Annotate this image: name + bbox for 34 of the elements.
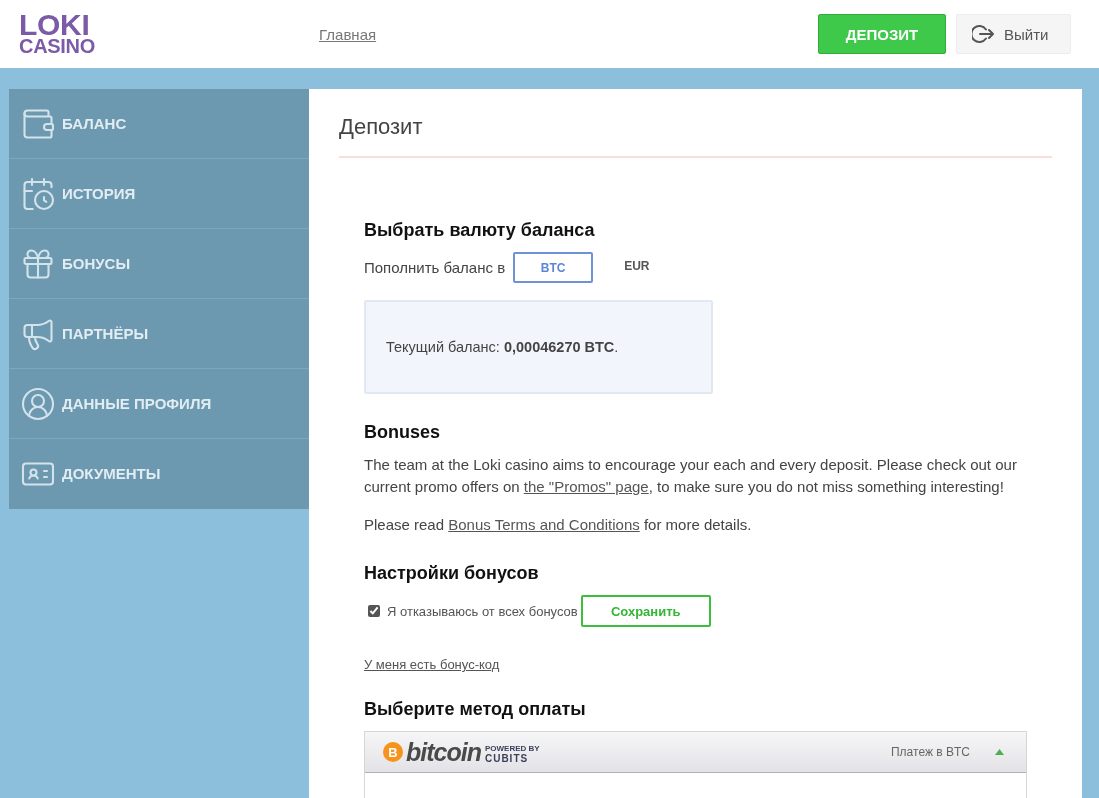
bonus-code-link[interactable]: У меня есть бонус-код	[364, 656, 500, 674]
inline-link[interactable]: the "Promos" page	[523, 478, 649, 495]
deposit-button[interactable]: ДЕПОЗИТ	[818, 14, 946, 54]
currency-option[interactable]: EUR	[624, 258, 650, 273]
provider-wordmark: CUBITS	[484, 753, 529, 764]
checkbox-label: Я отказываюсь от всех бонусов	[387, 603, 578, 619]
bonus-paragraph: Please read Bonus Terms and Conditions for more details.	[364, 515, 753, 535]
section-heading: Настройки бонусов	[364, 562, 539, 585]
section-heading: Выбрать валюту баланса	[364, 219, 595, 242]
sidebar-item[interactable]: ДАННЫЕ ПРОФИЛЯ	[9, 369, 309, 439]
page-title: Депозит	[339, 112, 1052, 158]
save-button[interactable]: Сохранить	[580, 595, 711, 627]
sidebar-item[interactable]: БАЛАНС	[9, 89, 309, 159]
user-circle-icon	[20, 385, 56, 422]
bonus-paragraph: The team at the Loki casino aims to encourage your each and every deposit. Please check out our current promo offers on the "Promos" page, to make sure you do not miss something interesting!	[364, 455, 1018, 497]
home-link[interactable]: Главная	[319, 25, 377, 43]
section-heading: Bonuses	[364, 421, 441, 444]
sidebar-item[interactable]: ДОКУМЕНТЫ	[9, 439, 309, 509]
powered-by-text: POWERED BY	[484, 744, 540, 753]
calendar-clock-icon	[20, 175, 56, 212]
sidebar-item[interactable]: ИСТОРИЯ	[9, 159, 309, 229]
method-wordmark: bitcoin	[406, 738, 481, 766]
currency-option[interactable]: BTC	[513, 252, 594, 283]
balance-text: Текущий баланс: 0,00046270 BTC.	[386, 339, 619, 355]
sidebar-item[interactable]: БОНУСЫ	[9, 229, 309, 299]
currency-label: Пополнить баланс в	[364, 259, 506, 276]
section-heading: Выберите метод оплаты	[364, 698, 586, 721]
coin-logo: B	[383, 742, 403, 762]
logout-button[interactable]: Выйти	[956, 14, 1071, 54]
casino-logo[interactable]: LOKI CASINO	[19, 13, 95, 55]
inline-link[interactable]: Bonus Terms and Conditions	[448, 516, 640, 533]
checkbox[interactable]	[368, 605, 380, 617]
logout-icon	[972, 24, 994, 44]
method-caption: Платеж в BTC	[891, 745, 970, 759]
